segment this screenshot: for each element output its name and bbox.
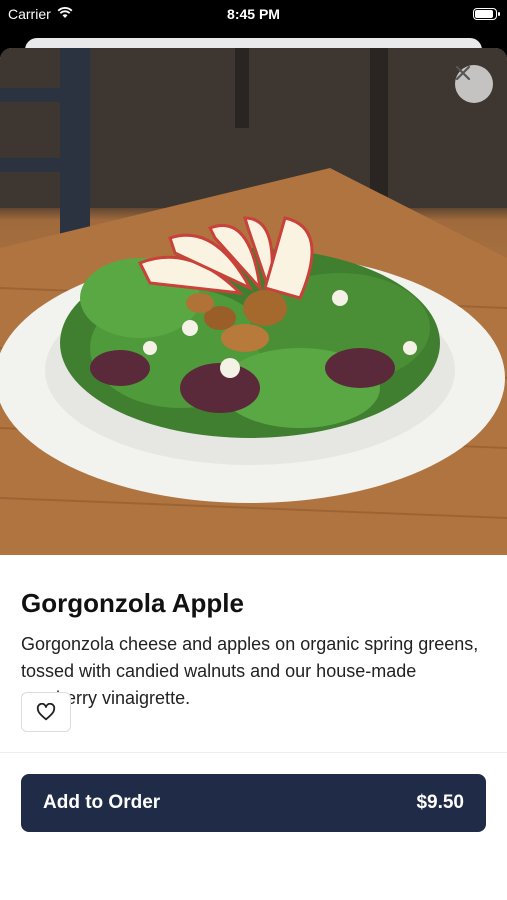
- item-detail-sheet: Gorgonzola Apple Gorgonzola cheese and a…: [0, 48, 507, 900]
- add-to-order-label: Add to Order: [43, 792, 161, 813]
- divider: [0, 752, 507, 753]
- close-icon: [455, 65, 471, 81]
- salad-illustration: [0, 48, 507, 555]
- favorite-button[interactable]: [21, 692, 71, 732]
- heart-icon: [36, 703, 56, 721]
- battery-icon: [473, 8, 500, 20]
- salad-photo: [0, 48, 507, 555]
- battery-fill: [475, 10, 493, 18]
- price-label: $9.50: [416, 792, 464, 813]
- item-content: Gorgonzola Apple Gorgonzola cheese and a…: [21, 588, 486, 712]
- status-bar: Carrier 8:45 PM: [0, 0, 507, 30]
- item-title: Gorgonzola Apple: [21, 588, 244, 618]
- status-time: 8:45 PM: [227, 6, 280, 22]
- add-to-order-button[interactable]: Add to Order $9.50: [21, 774, 486, 832]
- item-description: Gorgonzola cheese and apples on organic …: [21, 634, 479, 708]
- close-button[interactable]: [455, 65, 493, 103]
